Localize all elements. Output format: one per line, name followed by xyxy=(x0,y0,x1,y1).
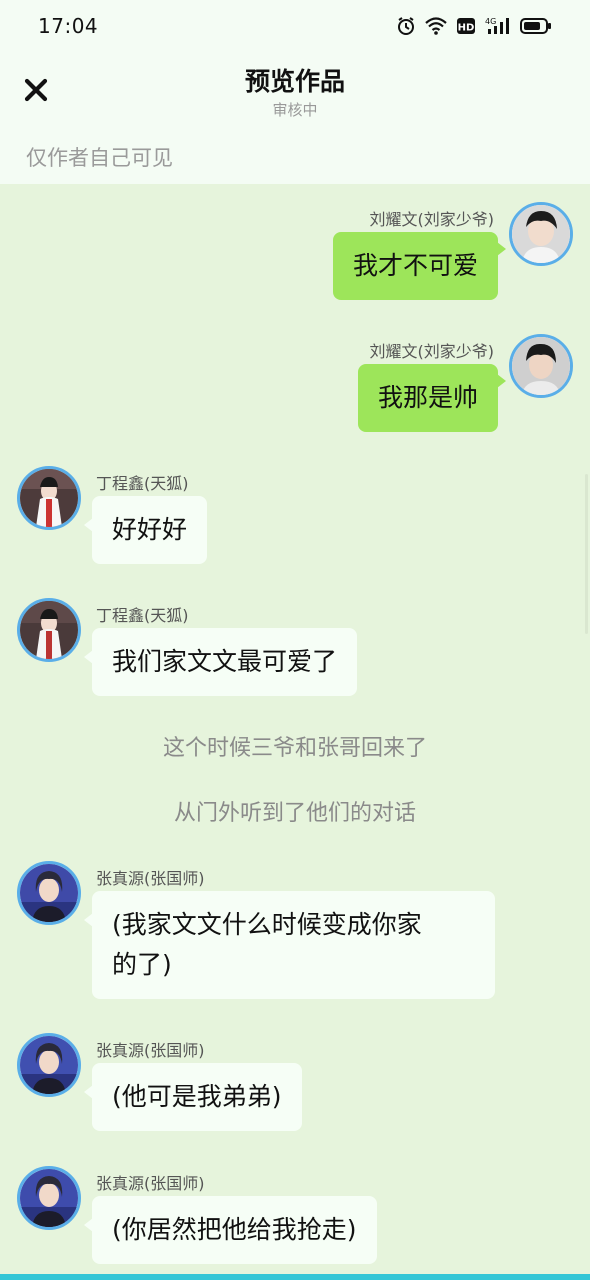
sender-name: 刘耀文(刘家少爷) xyxy=(369,210,495,229)
page-title: 预览作品 xyxy=(244,67,345,96)
avatar[interactable] xyxy=(17,1033,81,1097)
avatar[interactable] xyxy=(17,466,81,530)
avatar[interactable] xyxy=(509,334,573,398)
signal-4g-icon: 4G xyxy=(484,16,512,36)
bottom-bar-edge xyxy=(0,1274,590,1280)
sender-name: 丁程鑫(天狐) xyxy=(96,606,189,625)
message-item: 张真源(张国师) (我家文文什么时候变成你家 的了) xyxy=(0,861,590,1001)
status-bar: 17:04 HD 4G xyxy=(0,0,590,52)
avatar[interactable] xyxy=(509,202,573,266)
message-bubble[interactable]: (他可是我弟弟) xyxy=(84,1063,302,1131)
status-icons: HD 4G xyxy=(396,16,552,36)
narration-text: 这个时候三爷和张哥回来了 xyxy=(162,736,427,761)
avatar[interactable] xyxy=(17,1166,81,1230)
message-bubble[interactable]: 我们家文文最可爱了 xyxy=(83,628,358,696)
avatar[interactable] xyxy=(17,598,81,662)
sender-name: 张真源(张国师) xyxy=(96,1041,205,1060)
battery-icon xyxy=(520,16,552,36)
chat-area[interactable]: 刘耀文(刘家少爷) 我才不可爱 刘耀文(刘家少爷) 我那是帅 丁程鑫(天狐) 好… xyxy=(0,184,590,1274)
network-label: 4G xyxy=(485,17,496,26)
alarm-icon xyxy=(396,16,416,36)
sender-name: 丁程鑫(天狐) xyxy=(96,474,189,493)
message-item: 刘耀文(刘家少爷) 我才不可爱 xyxy=(0,202,590,302)
hd-label: HD xyxy=(458,23,475,34)
wifi-icon xyxy=(424,16,448,36)
message-item: 刘耀文(刘家少爷) 我那是帅 xyxy=(0,334,590,434)
narration-text: 从门外听到了他们的对话 xyxy=(173,801,416,826)
message-item: 丁程鑫(天狐) 我们家文文最可爱了 xyxy=(0,598,590,698)
sender-name: 张真源(张国师) xyxy=(96,869,205,888)
message-bubble[interactable]: (我家文文什么时候变成你家 的了) xyxy=(84,891,495,999)
review-status: 审核中 xyxy=(272,101,318,119)
visibility-note: 仅作者自己可见 xyxy=(26,146,173,170)
header: 预览作品 审核中 仅作者自己可见 xyxy=(0,52,590,184)
message-bubble[interactable]: 我那是帅 xyxy=(357,364,507,432)
message-item: 张真源(张国师) (他可是我弟弟) xyxy=(0,1033,590,1133)
message-bubble[interactable]: 好好好 xyxy=(83,496,208,564)
message-item: 丁程鑫(天狐) 好好好 xyxy=(0,466,590,566)
status-time: 17:04 xyxy=(38,14,99,38)
scrollbar[interactable] xyxy=(585,474,588,634)
message-line: 的了) xyxy=(112,950,172,979)
hd-icon: HD xyxy=(456,16,476,36)
sender-name: 刘耀文(刘家少爷) xyxy=(369,342,495,361)
message-line: (我家文文什么时候变成你家 xyxy=(112,910,422,939)
sender-name: 张真源(张国师) xyxy=(96,1174,205,1193)
message-bubble[interactable]: 我才不可爱 xyxy=(332,232,507,300)
avatar[interactable] xyxy=(17,861,81,925)
message-item: 张真源(张国师) (你居然把他给我抢走) xyxy=(0,1166,590,1266)
message-bubble[interactable]: (你居然把他给我抢走) xyxy=(84,1196,377,1264)
